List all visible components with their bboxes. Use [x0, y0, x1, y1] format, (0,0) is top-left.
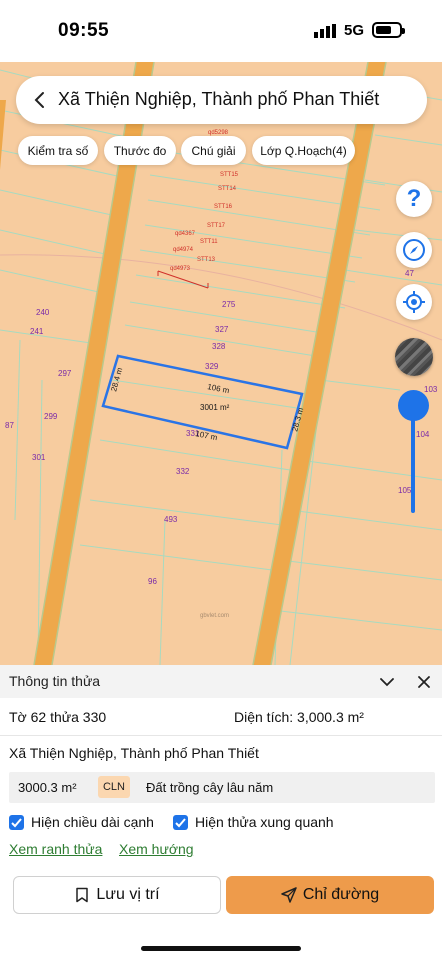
plot-number-label: 87	[5, 421, 14, 430]
cell-signal-icon	[314, 24, 336, 38]
plot-number-label: 96	[148, 577, 157, 586]
parcel-address: Xã Thiện Nghiệp, Thành phố Phan Thiết	[9, 745, 259, 761]
land-use-row: 3000.3 m² CLN Đất trồng cây lâu năm	[9, 772, 435, 803]
map-watermark: gbvlet.com	[200, 613, 229, 619]
opacity-slider-track[interactable]	[411, 405, 415, 513]
check-number-chip[interactable]: Kiểm tra số	[18, 136, 98, 165]
compass-icon	[403, 239, 425, 261]
parcel-area: Diện tích: 3,000.3 m²	[234, 709, 364, 725]
home-indicator	[141, 946, 301, 951]
plot-number-label: 327	[215, 325, 229, 334]
land-use-area: 3000.3 m²	[18, 780, 77, 795]
view-boundary-link[interactable]: Xem ranh thửa	[9, 841, 102, 857]
stt-label: qd4367	[175, 231, 196, 237]
send-arrow-icon	[281, 887, 297, 903]
help-button[interactable]: ?	[396, 181, 432, 217]
checkmark-icon	[11, 818, 22, 828]
plot-number-label: 493	[164, 515, 178, 524]
plot-number-label: 332	[176, 467, 190, 476]
plot-number-label: 299	[44, 412, 58, 421]
search-bar[interactable]: Xã Thiện Nghiệp, Thành phố Phan Thiết	[16, 76, 427, 124]
question-icon: ?	[406, 185, 422, 212]
plot-number-label: 301	[32, 453, 46, 462]
satellite-layer-button[interactable]	[395, 338, 433, 376]
plot-number-label: 47	[405, 269, 414, 278]
legend-chip[interactable]: Chú giải	[181, 136, 246, 165]
directions-button[interactable]: Chỉ đường	[226, 876, 434, 914]
panel-header: Thông tin thửa	[0, 665, 442, 698]
crosshair-icon	[403, 291, 425, 313]
screen: 09:55 5G 240 241 297 299 301 87 275 327 …	[0, 0, 442, 960]
stt-label: STT13	[197, 257, 216, 263]
battery-level	[376, 26, 391, 34]
save-location-label: Lưu vị trí	[96, 886, 160, 903]
stt-label: qd4973	[170, 266, 191, 272]
planning-layer-chip[interactable]: Lớp Q.Hoạch(4)	[252, 136, 355, 165]
parcel-info-panel: Thông tin thửa Tờ 62 thửa 330 Diện tích:…	[0, 665, 442, 960]
stt-label: qd4974	[173, 247, 194, 253]
network-type: 5G	[344, 22, 365, 39]
chevron-down-icon[interactable]	[378, 673, 396, 691]
view-direction-link[interactable]: Xem hướng	[119, 841, 194, 857]
show-edge-length-checkbox[interactable]	[9, 815, 24, 830]
plot-number-label: 297	[58, 369, 72, 378]
plot-number-label: 105	[398, 486, 412, 495]
close-icon[interactable]	[416, 674, 432, 690]
stt-label: STT17	[207, 223, 226, 229]
my-location-button[interactable]	[396, 284, 432, 320]
stt-label: STT11	[200, 239, 218, 245]
plot-number-label: 275	[222, 300, 236, 309]
plot-number-label: 329	[205, 362, 219, 371]
land-use-code-badge: CLN	[98, 776, 130, 798]
dim-top: 106 m	[207, 382, 231, 395]
checkmark-icon	[175, 818, 186, 828]
show-edge-length-label[interactable]: Hiện chiều dài cạnh	[31, 814, 154, 830]
bookmark-icon	[76, 887, 89, 903]
status-time: 09:55	[58, 20, 110, 41]
battery-icon	[372, 22, 405, 38]
stt-label: STT15	[220, 172, 239, 178]
plot-number-label: 103	[424, 385, 438, 394]
plot-number-label: 104	[416, 430, 430, 439]
show-neighbor-parcels-checkbox[interactable]	[173, 815, 188, 830]
plot-number-label: 328	[212, 342, 226, 351]
stt-label: STT14	[218, 186, 237, 192]
dim-left: 28.4 m	[109, 366, 124, 392]
parcel-row: Tờ 62 thửa 330 Diện tích: 3,000.3 m²	[0, 698, 442, 736]
show-neighbor-parcels-label[interactable]: Hiện thửa xung quanh	[195, 814, 334, 830]
dim-area: 3001 m²	[200, 403, 230, 412]
back-arrow-icon[interactable]	[30, 90, 50, 110]
directions-label: Chỉ đường	[302, 886, 380, 903]
plot-number-label: 240	[36, 308, 50, 317]
compass-button[interactable]	[396, 232, 432, 268]
status-bar: 09:55 5G	[0, 0, 442, 62]
measure-chip[interactable]: Thước đo	[104, 136, 176, 165]
search-location-text[interactable]: Xã Thiện Nghiệp, Thành phố Phan Thiết	[58, 89, 379, 110]
plot-number-label: 241	[30, 327, 44, 336]
save-location-button[interactable]: Lưu vị trí	[13, 876, 221, 914]
opacity-slider-handle[interactable]	[398, 390, 429, 421]
parcel-id: Tờ 62 thửa 330	[9, 709, 107, 725]
panel-title: Thông tin thửa	[9, 673, 101, 689]
land-use-name: Đất trồng cây lâu năm	[146, 780, 274, 795]
stt-label: STT16	[214, 204, 233, 210]
